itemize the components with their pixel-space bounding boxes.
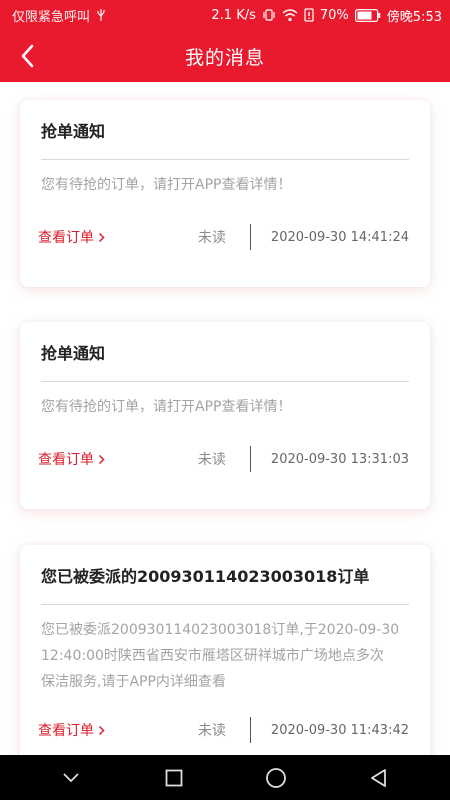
view-order-link[interactable]: 查看订单 (38, 227, 105, 247)
triangle-back-icon (370, 768, 386, 787)
divider (249, 224, 251, 250)
message-card[interactable]: 抢单通知 您有待抢的订单，请打开APP查看详情！ 查看订单 未读 2020-09… (20, 100, 430, 287)
message-body: 您有待抢的订单，请打开APP查看详情！ (41, 177, 292, 193)
page-title: 我的消息 (184, 46, 265, 69)
read-status: 未读 (197, 230, 226, 246)
divider (41, 381, 409, 382)
home-button[interactable] (256, 758, 296, 798)
message-title: 抢单通知 (41, 122, 106, 141)
battery-percent: 70% (319, 7, 349, 23)
chevron-left-icon (21, 44, 34, 68)
view-order-link[interactable]: 查看订单 (38, 449, 105, 469)
message-list[interactable]: 抢单通知 您有待抢的订单，请打开APP查看详情！ 查看订单 未读 2020-09… (0, 82, 450, 755)
divider (41, 604, 409, 605)
divider (249, 717, 251, 743)
back-nav-button[interactable] (359, 758, 399, 798)
message-card[interactable]: 抢单通知 您有待抢的订单，请打开APP查看详情！ 查看订单 未读 2020-09… (20, 322, 430, 509)
view-order-label: 查看订单 (38, 230, 94, 246)
message-time: 2020-09-30 13:31:03 (270, 451, 409, 467)
message-time: 2020-09-30 14:41:24 (270, 229, 409, 245)
message-footer: 查看订单 未读 2020-09-30 13:31:03 (38, 446, 409, 472)
back-button[interactable] (14, 42, 42, 70)
sim-alert-icon (304, 8, 314, 22)
recents-button[interactable] (154, 758, 194, 798)
message-title: 您已被委派的200930114023003018订单 (41, 567, 370, 586)
vibrate-icon (262, 8, 276, 22)
wifi-icon (282, 8, 298, 22)
message-body-line: 您已被委派200930114023003018订单,于2020-09-30 (41, 622, 400, 638)
chevron-right-icon (98, 232, 105, 243)
chevron-right-icon (98, 454, 105, 465)
message-title: 抢单通知 (41, 344, 106, 363)
circle-icon (266, 767, 287, 788)
network-speed: 2.1 K/s (211, 7, 256, 23)
message-footer: 查看订单 未读 2020-09-30 11:43:42 (38, 717, 409, 743)
message-body: 您有待抢的订单，请打开APP查看详情！ (41, 399, 292, 415)
battery-icon (354, 8, 381, 22)
collapse-button[interactable] (51, 758, 91, 798)
status-right: 2.1 K/s 70% 傍晚5:53 (211, 6, 442, 25)
header-bar: 我的消息 (0, 30, 450, 82)
chevron-down-icon (63, 772, 79, 782)
square-icon (165, 769, 183, 786)
message-body-line: 12:40:00时陕西省西安市雁塔区研祥城市广场地点多次 (41, 648, 384, 664)
divider (249, 446, 251, 472)
chevron-right-icon (98, 725, 105, 736)
read-status: 未读 (197, 723, 226, 739)
status-left: 仅限紧急呼叫 (12, 6, 106, 25)
message-body-line: 保洁服务,请于APP内详细查看 (41, 674, 226, 690)
usb-icon (96, 8, 106, 22)
clock: 傍晚5:53 (386, 9, 442, 25)
read-status: 未读 (197, 452, 226, 468)
system-nav-bar (0, 755, 450, 800)
message-card[interactable]: 您已被委派的200930114023003018订单 您已被委派20093011… (20, 545, 430, 755)
message-footer: 查看订单 未读 2020-09-30 14:41:24 (38, 224, 409, 250)
status-bar: 仅限紧急呼叫 2.1 K/s 70% 傍晚5:53 (0, 0, 450, 30)
view-order-link[interactable]: 查看订单 (38, 720, 105, 740)
message-body: 您已被委派200930114023003018订单,于2020-09-30 12… (41, 617, 400, 695)
view-order-label: 查看订单 (38, 723, 94, 739)
divider (41, 159, 409, 160)
view-order-label: 查看订单 (38, 452, 94, 468)
message-time: 2020-09-30 11:43:42 (270, 722, 409, 738)
carrier-text: 仅限紧急呼叫 (12, 9, 91, 25)
